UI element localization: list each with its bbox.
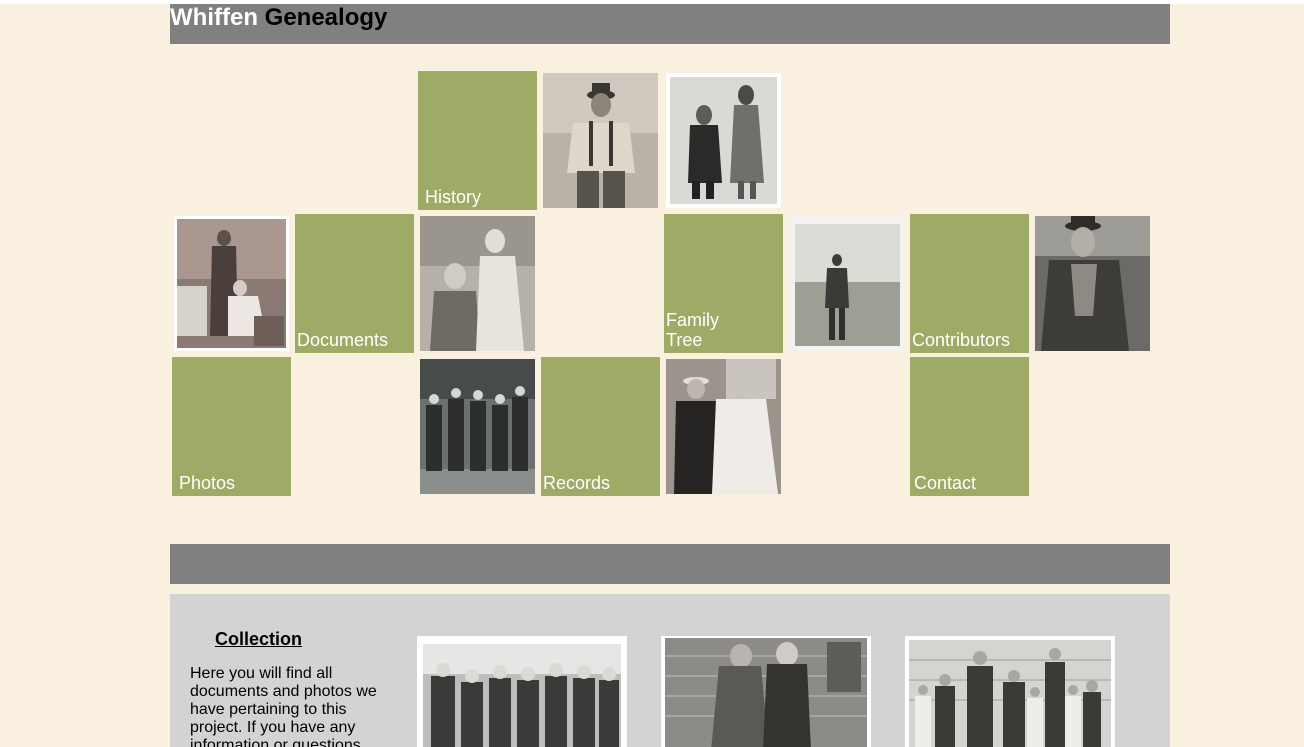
photo-man-in-field [789,216,904,351]
photo-man-with-hat [543,73,658,208]
photo-two-elders-seated [420,216,535,351]
nav-label-contributors: Contributors [912,330,1011,350]
nav-tile-contributors[interactable]: Contributors [910,214,1029,353]
nav-tile-photos[interactable]: Photos [172,357,291,496]
photo-group-outdoors [420,359,535,494]
family-tree-line2: Tree [666,330,703,350]
nav-label-documents: Documents [297,330,389,350]
nav-label-contact: Contact [914,473,977,493]
family-tree-line1: Family [666,310,719,330]
nav-tile-contact[interactable]: Contact [910,357,1029,496]
collection-photo-couple-by-house[interactable] [661,636,871,747]
nav-tile-history[interactable]: History [418,71,537,210]
nav-label-family-tree: Family Tree [666,310,719,350]
photo-bearded-man [1035,216,1150,351]
site-title[interactable]: Whiffen Genealogy [170,5,387,31]
collection-photo-group-women[interactable] [417,636,627,747]
nav-tile-family-tree[interactable]: Family Tree [664,214,783,353]
nav-label-history: History [425,187,482,207]
site-title-second: Genealogy [264,4,388,31]
nav-label-records: Records [543,473,611,493]
nav-tile-records[interactable]: Records [541,357,660,496]
section-divider-bar [170,544,1170,584]
photo-wedding-couple [666,359,781,494]
header-bar: Whiffen Genealogy [170,4,1170,44]
collection-photo-family-group[interactable] [905,636,1115,747]
photo-elderly-pair-indoors [174,216,289,351]
collection-title-link[interactable]: Collection [215,629,302,650]
collection-panel: Collection Here you will find all docume… [170,594,1170,747]
photo-couple [666,73,781,208]
collection-description: Here you will find all documents and pho… [190,665,377,747]
nav-tile-documents[interactable]: Documents [295,214,414,353]
site-title-first: Whiffen [170,4,258,31]
nav-label-photos: Photos [179,473,236,493]
